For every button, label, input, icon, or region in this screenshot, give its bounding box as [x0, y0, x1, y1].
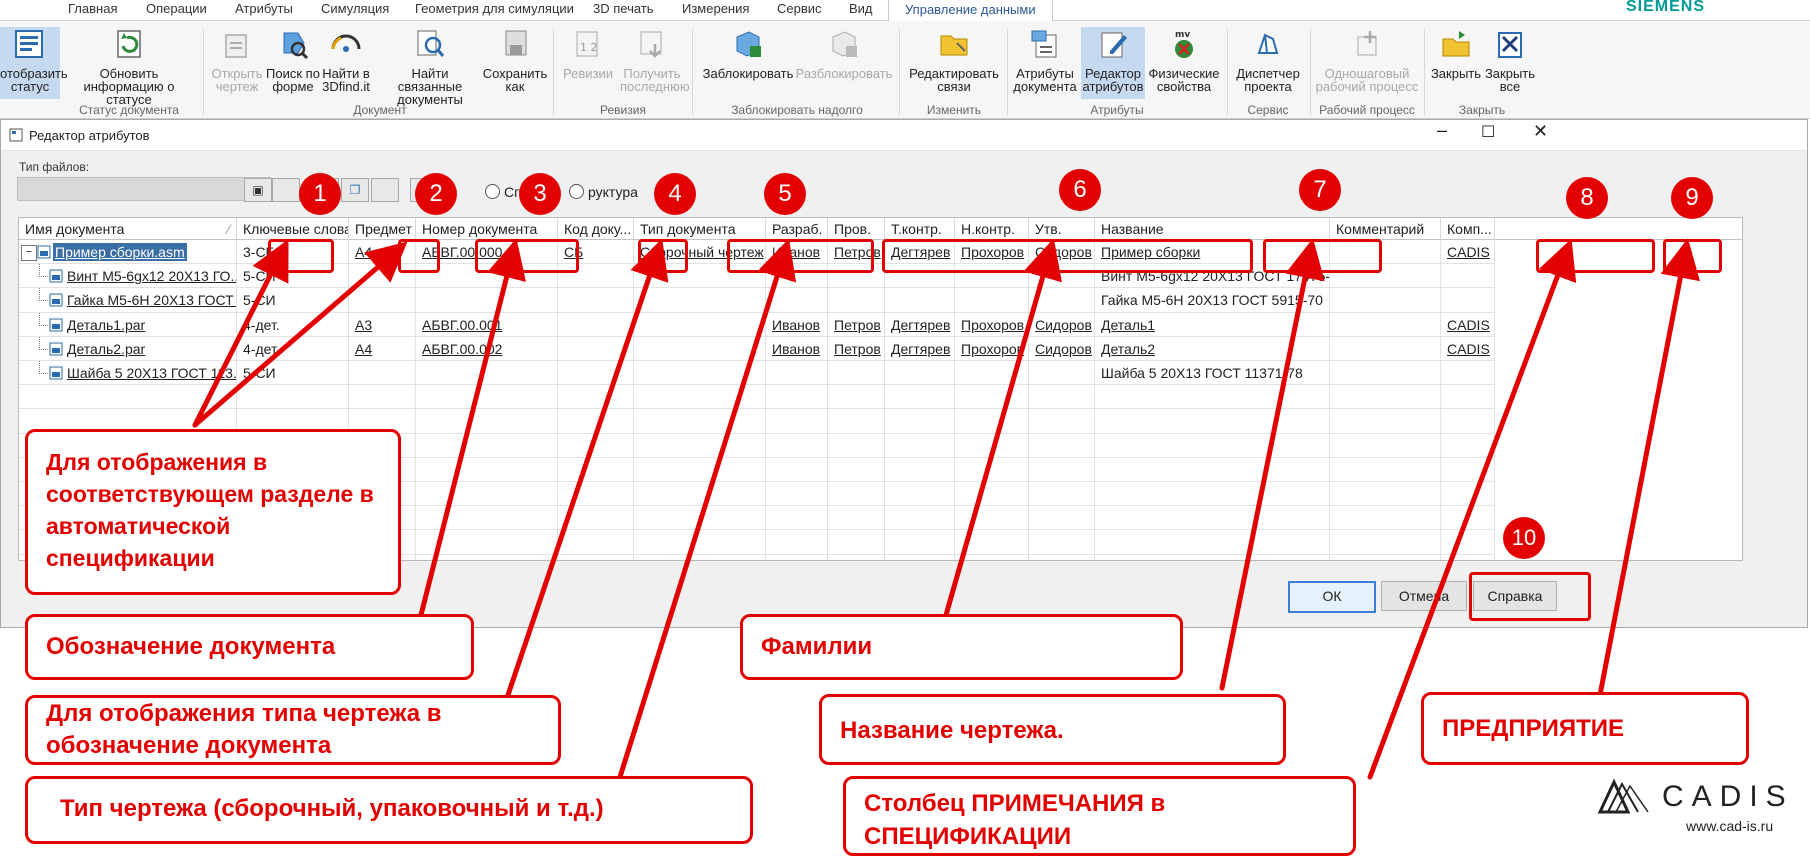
arrow-surnames [943, 238, 1062, 618]
note-drawing-title: Название чертежа. [819, 694, 1286, 765]
cadis-url: www.cad-is.ru [1686, 818, 1774, 834]
note-doc-designation: Обозначение документа [25, 614, 474, 680]
badge-2: 2 [415, 173, 457, 215]
arrow-doc-code [505, 238, 669, 698]
highlight-title [1263, 239, 1382, 273]
badge-1: 1 [299, 173, 341, 215]
note-drawing-type-in-designation: Для отображения типа чертежа в обозначен… [25, 695, 561, 765]
badge-3: 3 [519, 173, 561, 215]
arrow-keywords-2 [192, 241, 408, 428]
badge-10: 10 [1503, 517, 1545, 559]
arrow-title [1219, 238, 1325, 691]
highlight-surnames [882, 239, 1253, 273]
badge-7: 7 [1299, 169, 1341, 211]
badge-8: 8 [1566, 177, 1608, 219]
highlight-doc-number [475, 239, 579, 273]
badge-5: 5 [764, 173, 806, 215]
badge-4: 4 [654, 173, 696, 215]
cadis-logo-word: CADIS [1662, 780, 1794, 813]
highlight-comment [1536, 239, 1655, 273]
arrow-company [1597, 238, 1700, 698]
arrow-doc-type [617, 238, 797, 780]
note-surnames: Фамилии [740, 614, 1183, 680]
highlight-keywords [268, 239, 334, 273]
badge-9: 9 [1671, 177, 1713, 219]
highlight-subject [398, 239, 440, 273]
cadis-logo-icon [1597, 778, 1649, 814]
badge-6: 6 [1059, 169, 1101, 211]
note-drawing-type: Тип чертежа (сборочный, упаковочный и т.… [25, 776, 753, 844]
arrow-doc-number [418, 238, 527, 618]
highlight-company [1663, 239, 1722, 273]
arrow-keywords [192, 239, 289, 428]
note-remarks-column: Столбец ПРИМЕЧАНИЯ в СПЕЦИФИКАЦИИ [843, 776, 1356, 856]
highlight-doc-code [638, 239, 688, 273]
highlight-doc-type [727, 239, 874, 273]
note-enterprise: ПРЕДПРИЯТИЕ [1421, 692, 1749, 765]
note-spec-section: Для отображения в соответствующем раздел… [25, 429, 401, 595]
highlight-ok [1469, 572, 1591, 621]
